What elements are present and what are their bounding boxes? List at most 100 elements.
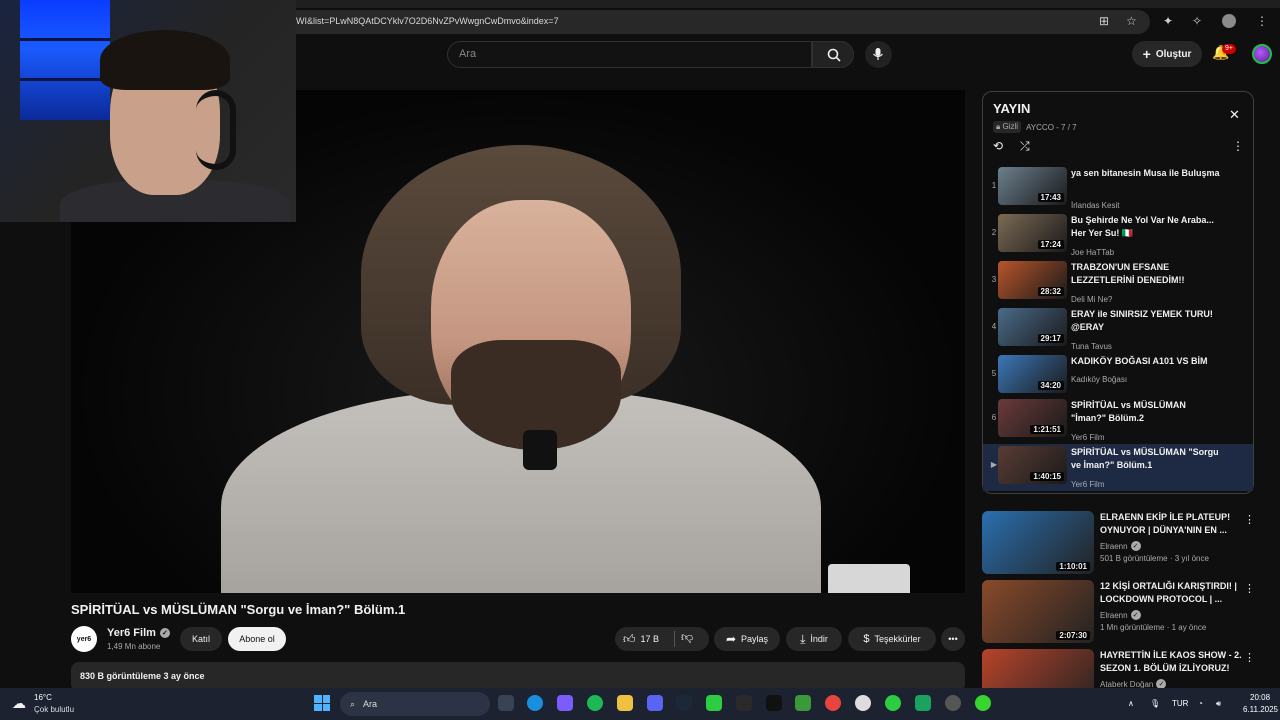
search-input[interactable] — [447, 41, 812, 68]
playlist-item[interactable]: 4 29:17 ERAY ile SINIRSIZ YEMEK TURU! @ERA… — [983, 306, 1253, 353]
thumbs-up-icon[interactable]: 👍︎ — [623, 632, 636, 647]
keyboard-lang[interactable]: TUR — [1172, 699, 1188, 708]
loop-icon[interactable]: ⟲ — [993, 139, 1003, 153]
puzzle-extensions-icon[interactable]: ✧ — [1192, 14, 1202, 28]
more-actions-button[interactable]: ••• — [941, 627, 965, 651]
like-count[interactable]: 17 B — [641, 634, 660, 644]
account-avatar[interactable] — [1252, 44, 1272, 64]
playlist-item-title[interactable]: ERAY ile SINIRSIZ YEMEK TURU! @ERAY — [1071, 308, 1221, 334]
file-explorer-icon[interactable] — [617, 695, 633, 711]
recommended-channel[interactable]: Elraenn ✓ — [1100, 541, 1141, 551]
clock-time[interactable]: 20:08 — [1250, 693, 1270, 702]
recommended-channel[interactable]: Elraenn ✓ — [1100, 610, 1141, 620]
playlist-item-title[interactable]: SPİRİTÜAL vs MÜSLÜMAN "Sorgu ve İman?" B… — [1071, 446, 1221, 472]
close-playlist-icon[interactable]: ✕ — [1229, 107, 1240, 123]
recommended-video[interactable]: 1:10:01 ELRAENN EKİP İLE PLATEUP! OYNUYOR… — [982, 511, 1262, 577]
address-bar-url[interactable]: WI&list=PLwN8QAtDCYklv7O2D6NvZPvWwgnCwDm… — [296, 16, 559, 26]
app-icon-lime[interactable] — [975, 695, 991, 711]
playlist-item-channel[interactable]: Yer6 Film — [1071, 480, 1105, 489]
playlist-item[interactable]: 3 28:32 TRABZON'UN EFSANE LEZZETLERİNİ DEN… — [983, 259, 1253, 306]
capcut-icon[interactable] — [766, 695, 782, 711]
edge-icon[interactable] — [527, 695, 543, 711]
discord-icon[interactable] — [647, 695, 663, 711]
share-button[interactable]: ➦ Paylaş — [714, 627, 780, 651]
browser-menu-icon[interactable]: ⋮ — [1256, 14, 1268, 28]
recommended-video[interactable]: 2:07:30 12 KİŞİ ORTALIĞI KARIŞTIRDI! | LO… — [982, 580, 1262, 646]
shuffle-icon[interactable]: ⤮ — [1020, 139, 1030, 154]
playlist-item-channel[interactable]: Joe HaTTab — [1071, 248, 1114, 257]
playlist-item-thumbnail[interactable]: 34:20 — [998, 355, 1067, 393]
download-button[interactable]: ⤓ İndir — [786, 627, 842, 651]
install-app-icon[interactable]: ⊞ — [1099, 14, 1109, 28]
playlist-item-title[interactable]: Bu Şehirde Ne Yol Var Ne Araba... Her Ye… — [1071, 214, 1221, 240]
playlist-item-thumbnail[interactable]: 29:17 — [998, 308, 1067, 346]
browser-profile-avatar[interactable] — [1222, 14, 1236, 28]
weather-desc[interactable]: Çok bulutlu — [34, 705, 74, 714]
playlist-item-channel[interactable]: Tuna Tavus — [1071, 342, 1112, 351]
video-more-icon[interactable]: ⋮ — [1244, 582, 1255, 595]
playlist-item-thumbnail[interactable]: 28:32 — [998, 261, 1067, 299]
app-icon-green[interactable] — [885, 695, 901, 711]
recommended-channel-name[interactable]: Elraenn — [1100, 542, 1128, 551]
playlist-item-channel[interactable]: Deli Mi Ne? — [1071, 295, 1112, 304]
playlist-title[interactable]: YAYIN — [993, 101, 1030, 116]
settings-icon[interactable] — [855, 695, 871, 711]
playlist-item[interactable]: 1 17:43 ya sen bitanesin Musa ile Buluşma İ… — [983, 165, 1253, 212]
playlist-item-title[interactable]: KADIKÖY BOĞASI A101 VS BİM — [1071, 355, 1221, 368]
copilot-icon[interactable] — [557, 695, 573, 711]
playlist-item[interactable]: 5 34:20 KADIKÖY BOĞASI A101 VS BİM Kadıköy … — [983, 353, 1253, 400]
spotify-icon[interactable] — [587, 695, 603, 711]
weather-temp[interactable]: 16°C — [34, 693, 52, 702]
join-button[interactable]: Katıl — [180, 627, 222, 651]
subscribe-button[interactable]: Abone ol — [228, 627, 286, 651]
video-more-icon[interactable]: ⋮ — [1244, 513, 1255, 526]
playlist-item-title[interactable]: TRABZON'UN EFSANE LEZZETLERİNİ DENEDİM!! — [1071, 261, 1221, 287]
app-icon-teal[interactable] — [915, 695, 931, 711]
playlist-item[interactable]: 6 1:21:51 SPİRİTÜAL vs MÜSLÜMAN "İman?" Bö… — [983, 397, 1253, 444]
recommended-channel-name[interactable]: Ataberk Doğan — [1100, 680, 1153, 689]
recommended-title[interactable]: ELRAENN EKİP İLE PLATEUP! OYNUYOR | DÜNY… — [1100, 511, 1242, 537]
playlist-item-thumbnail[interactable]: 17:43 — [998, 167, 1067, 205]
search-button[interactable] — [812, 41, 854, 68]
playlist-item-channel[interactable]: Kadıköy Boğası — [1071, 375, 1127, 384]
task-view-icon[interactable] — [498, 695, 514, 711]
channel-name-text[interactable]: Yer6 Film — [107, 627, 156, 639]
create-button[interactable]: + Oluştur — [1132, 41, 1202, 67]
start-button-icon[interactable] — [314, 695, 330, 711]
xbox-icon[interactable] — [706, 695, 722, 711]
voice-search-button[interactable] — [865, 41, 892, 68]
recommended-thumbnail[interactable]: 2:07:30 — [982, 580, 1094, 643]
cloud-icon[interactable]: ☁ — [12, 695, 26, 712]
playlist-item-thumbnail[interactable]: 1:40:15 — [998, 446, 1067, 484]
chrome-icon[interactable] — [825, 695, 841, 711]
playlist-item-channel[interactable]: Yer6 Film — [1071, 433, 1105, 442]
recommended-title[interactable]: HAYRETTİN İLE KAOS SHOW - 2. SEZON 1. BÖ… — [1100, 649, 1242, 675]
playlist-more-icon[interactable]: ⋮ — [1232, 139, 1244, 153]
playlist-item-thumbnail[interactable]: 1:21:51 — [998, 399, 1067, 437]
bookmark-star-icon[interactable]: ☆ — [1126, 14, 1137, 28]
channel-name[interactable]: Yer6 Film ✓ — [107, 627, 170, 639]
playlist-item-title[interactable]: SPİRİTÜAL vs MÜSLÜMAN "İman?" Bölüm.2 — [1071, 399, 1221, 425]
recommended-thumbnail[interactable] — [982, 649, 1094, 688]
epic-games-icon[interactable] — [736, 695, 752, 711]
tray-chevron-icon[interactable]: ∧ — [1128, 699, 1134, 708]
recommended-thumbnail[interactable]: 1:10:01 — [982, 511, 1094, 574]
tray-mic-icon[interactable]: 🎙︎ — [1150, 699, 1160, 708]
playlist-item[interactable]: 2 17:24 Bu Şehirde Ne Yol Var Ne Araba... … — [983, 212, 1253, 259]
clock-date[interactable]: 6.11.2025 — [1243, 705, 1278, 714]
video-more-icon[interactable]: ⋮ — [1244, 651, 1255, 664]
playlist-item-title[interactable]: ya sen bitanesin Musa ile Buluşma — [1071, 167, 1221, 180]
volume-icon[interactable]: 🔊︎ — [1216, 699, 1221, 709]
playlist-item-channel[interactable]: İrlandas Kesit — [1071, 201, 1119, 210]
thumbs-down-icon[interactable]: 👎︎ — [681, 630, 693, 645]
playlist-item-thumbnail[interactable]: 17:24 — [998, 214, 1067, 252]
playlist-item[interactable]: ▶ 1:40:15 SPİRİTÜAL vs MÜSLÜMAN "Sorgu ve … — [983, 444, 1253, 491]
app-icon-gray[interactable] — [945, 695, 961, 711]
extension-icon[interactable]: ✦ — [1163, 14, 1173, 28]
channel-avatar[interactable]: yer6 — [71, 626, 97, 652]
thanks-button[interactable]: $ Teşekkürler — [848, 627, 936, 651]
recommended-video[interactable]: HAYRETTİN İLE KAOS SHOW - 2. SEZON 1. BÖ… — [982, 649, 1262, 688]
minecraft-icon[interactable] — [795, 695, 811, 711]
network-icon[interactable]: ◔ — [1198, 699, 1203, 708]
steam-icon[interactable] — [676, 695, 692, 711]
